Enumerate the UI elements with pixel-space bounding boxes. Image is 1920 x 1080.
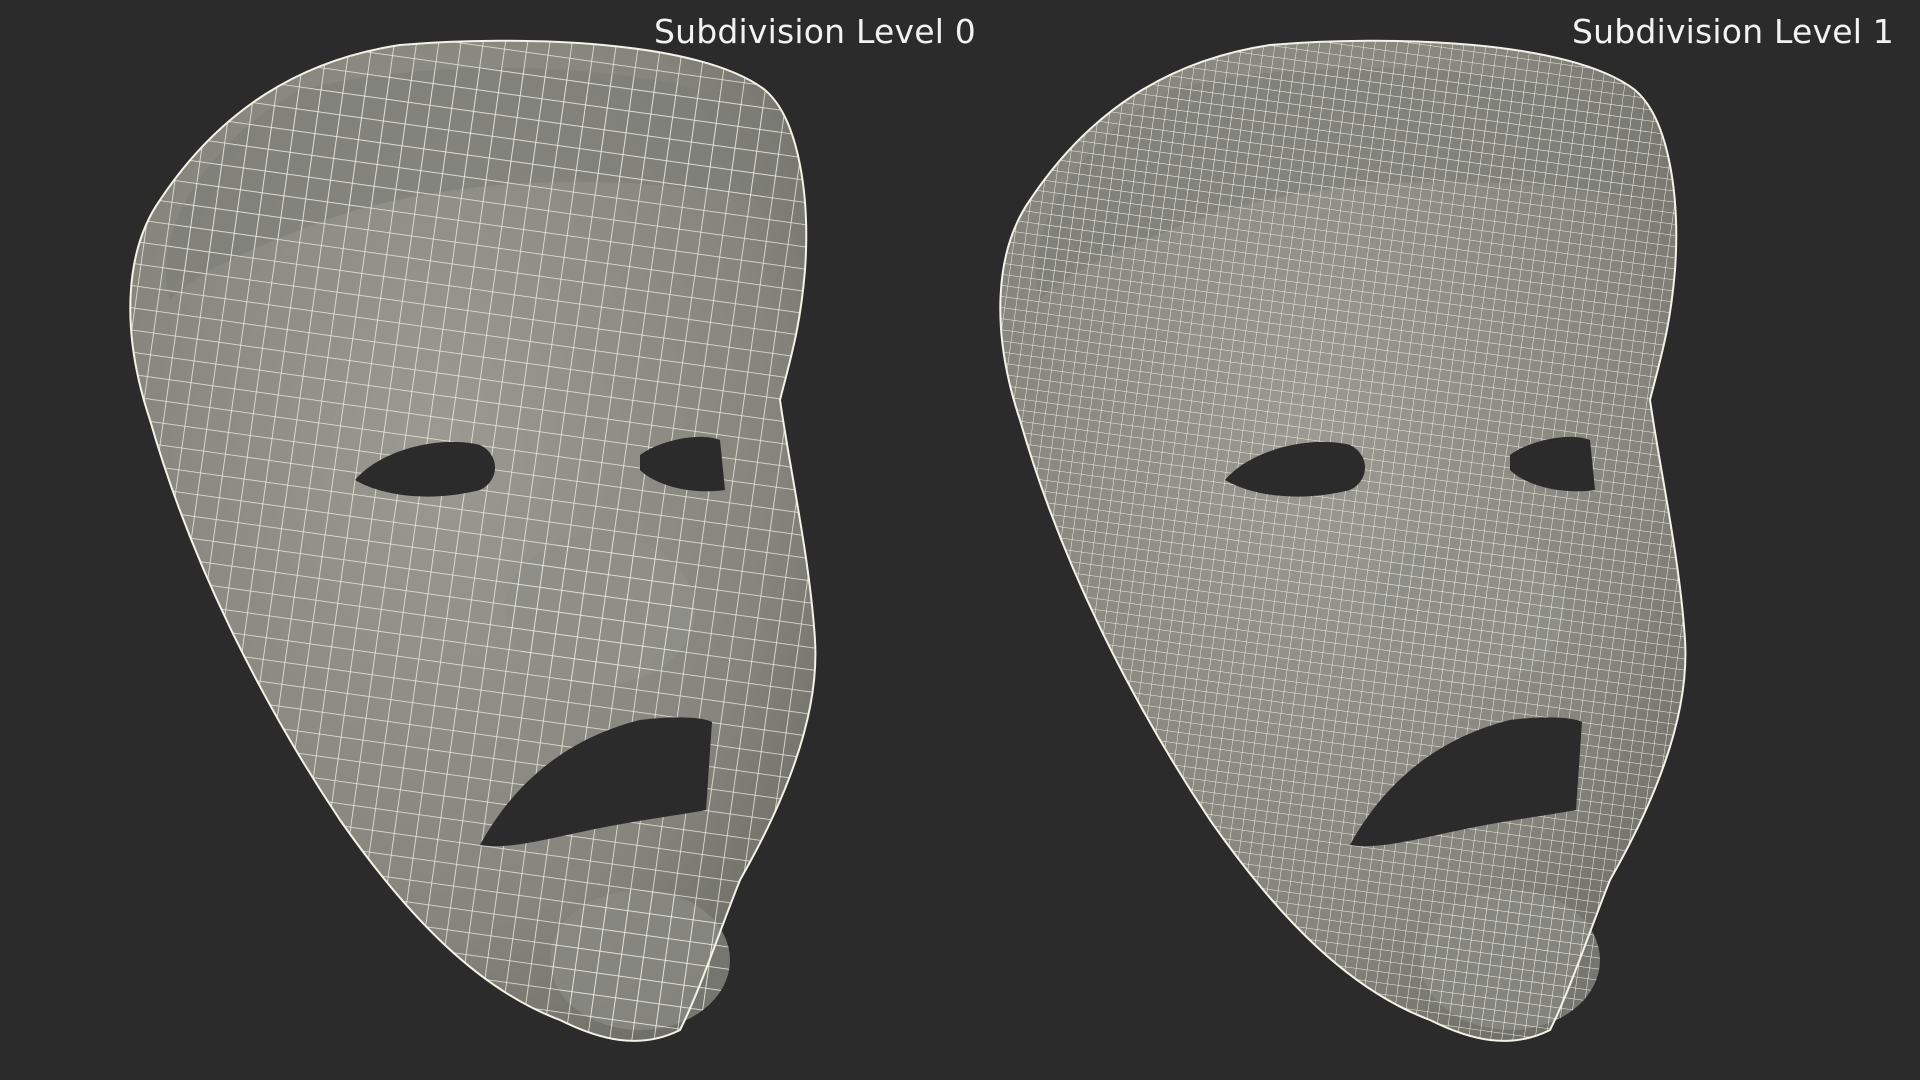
label-subdivision-level-0: Subdivision Level 0 [654,12,976,51]
viewport-scene [129,39,1687,1042]
label-subdivision-level-1: Subdivision Level 1 [1572,12,1894,51]
mask-level-1 [999,39,1687,1042]
mask-level-0 [129,39,817,1042]
